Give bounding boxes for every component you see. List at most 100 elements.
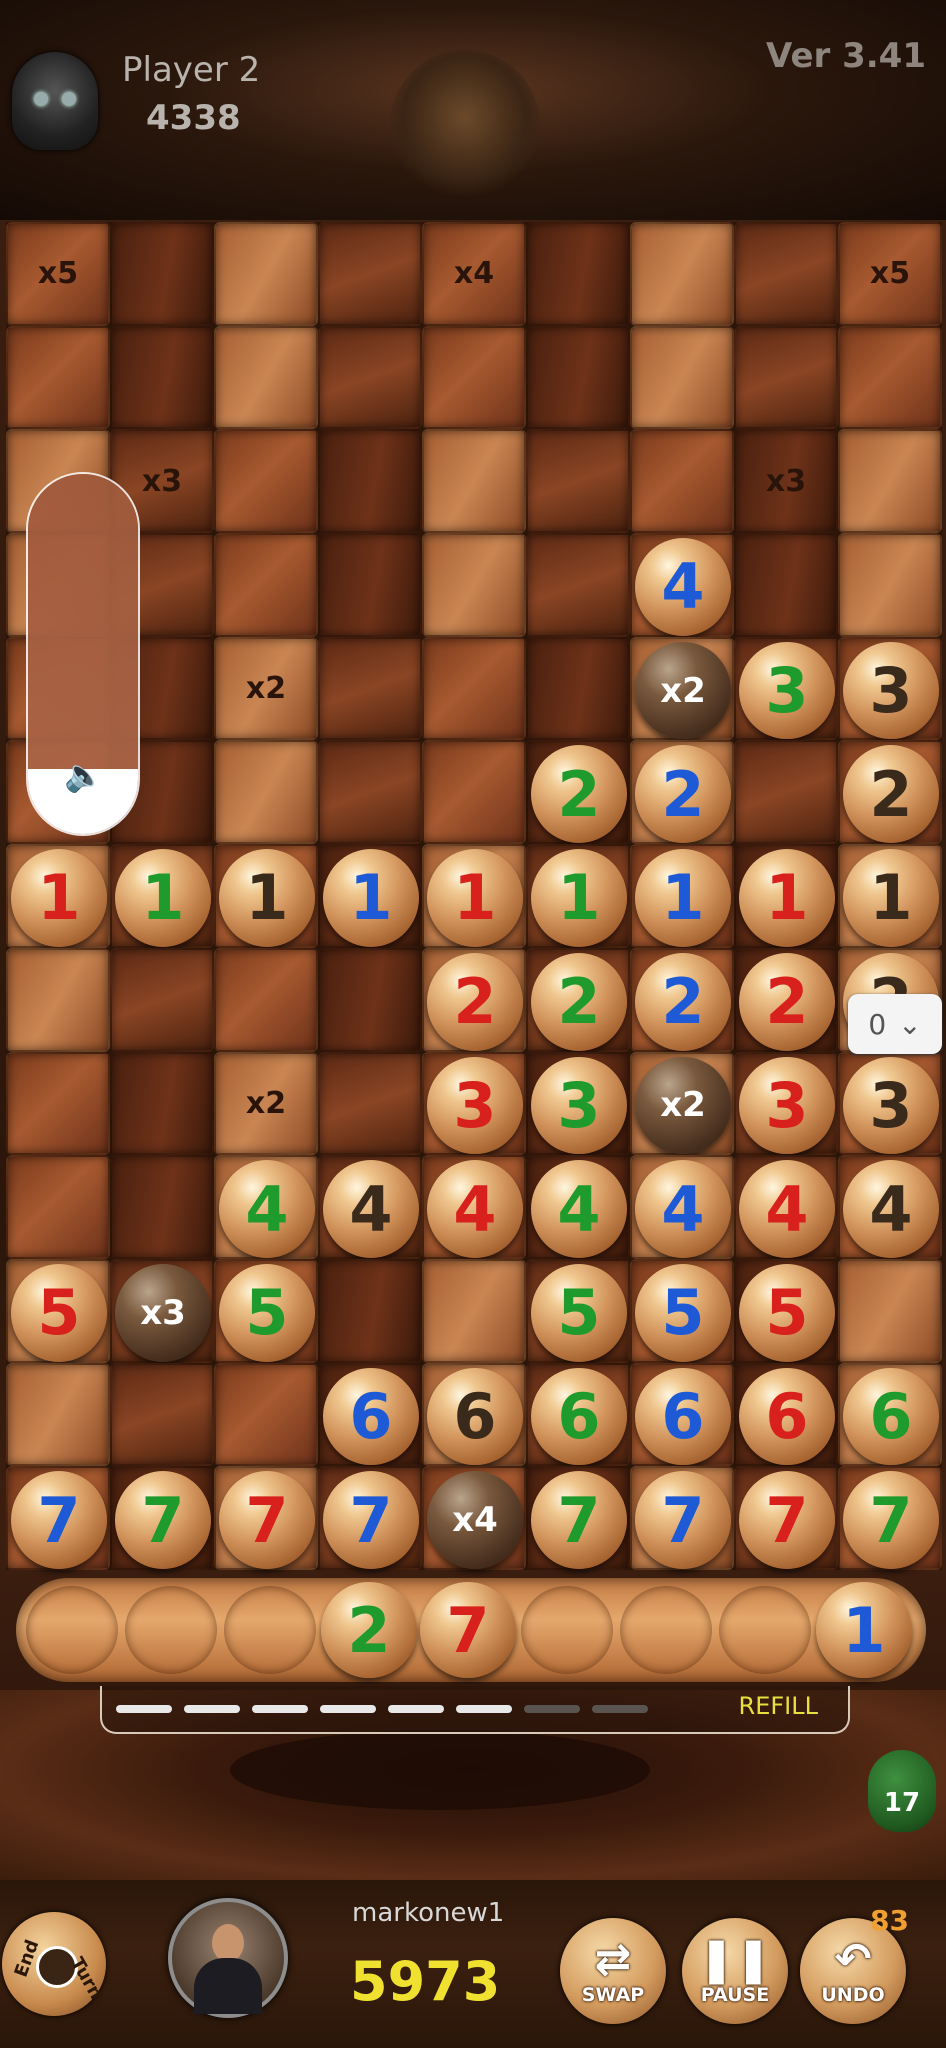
number-tile[interactable]: 2 xyxy=(635,745,731,844)
board-cell[interactable]: 4 xyxy=(214,1155,318,1259)
board-cell[interactable]: 2 xyxy=(526,740,630,845)
number-tile[interactable]: 3 xyxy=(843,1056,939,1155)
value-dropdown[interactable]: 0 ⌄ xyxy=(848,994,942,1054)
board-cell[interactable]: 7 xyxy=(214,1466,318,1570)
board-cell[interactable]: 1 xyxy=(110,844,214,948)
number-tile[interactable]: 5 xyxy=(739,1263,835,1362)
number-tile[interactable]: 7 xyxy=(115,1471,211,1569)
board-cell[interactable] xyxy=(422,429,526,534)
number-tile[interactable]: 3 xyxy=(739,641,835,740)
rack-slot[interactable] xyxy=(521,1586,613,1674)
board-cell[interactable]: 4 xyxy=(318,1155,422,1259)
number-tile[interactable]: 5 xyxy=(635,1263,731,1362)
board-cell[interactable] xyxy=(214,1362,318,1467)
number-tile[interactable]: 1 xyxy=(219,849,315,947)
board-cell[interactable]: x2 xyxy=(630,636,734,741)
board-cell[interactable]: x2 xyxy=(214,1051,318,1156)
board-cell[interactable] xyxy=(734,222,838,326)
board-cell[interactable]: 7 xyxy=(838,1466,942,1570)
board-cell[interactable]: 6 xyxy=(526,1362,630,1467)
number-tile[interactable]: x2 xyxy=(635,1056,731,1155)
board-cell[interactable] xyxy=(630,325,734,430)
board-cell[interactable] xyxy=(318,636,422,741)
number-tile[interactable]: 1 xyxy=(531,849,627,947)
number-tile[interactable]: 6 xyxy=(427,1367,523,1466)
number-tile[interactable]: 2 xyxy=(531,952,627,1051)
number-tile[interactable]: 3 xyxy=(427,1056,523,1155)
board-cell[interactable]: 6 xyxy=(422,1362,526,1467)
board-cell[interactable]: 4 xyxy=(734,1155,838,1259)
number-tile[interactable]: 4 xyxy=(427,1160,523,1258)
board-cell[interactable]: x3 xyxy=(734,429,838,534)
board-cell[interactable]: 1 xyxy=(422,844,526,948)
board-cell[interactable]: 1 xyxy=(838,844,942,948)
board-cell[interactable] xyxy=(214,325,318,430)
board-cell[interactable] xyxy=(6,947,110,1052)
number-tile[interactable]: 1 xyxy=(115,849,211,947)
number-tile[interactable]: 2 xyxy=(321,1582,417,1678)
board-cell[interactable]: 7 xyxy=(318,1466,422,1570)
board-cell[interactable]: 1 xyxy=(734,844,838,948)
board-cell[interactable] xyxy=(422,740,526,845)
number-tile[interactable]: 4 xyxy=(219,1160,315,1258)
board-cell[interactable]: 6 xyxy=(734,1362,838,1467)
number-tile[interactable]: 6 xyxy=(739,1367,835,1466)
number-tile[interactable]: 3 xyxy=(739,1056,835,1155)
board-cell[interactable]: 5 xyxy=(6,1258,110,1363)
board-cell[interactable] xyxy=(214,740,318,845)
game-board[interactable]: x5x4x5x3x34x2x23322211111111122222x233x2… xyxy=(6,222,942,1570)
rack-slot[interactable] xyxy=(125,1586,217,1674)
number-tile[interactable]: 5 xyxy=(219,1263,315,1362)
number-tile[interactable]: 3 xyxy=(843,641,939,740)
board-cell[interactable]: 7 xyxy=(6,1466,110,1570)
board-cell[interactable]: 2 xyxy=(630,740,734,845)
board-cell[interactable]: 1 xyxy=(630,844,734,948)
number-tile[interactable]: 7 xyxy=(11,1471,107,1569)
board-cell[interactable]: 7 xyxy=(526,1466,630,1570)
board-cell[interactable] xyxy=(422,636,526,741)
board-cell[interactable]: 4 xyxy=(630,1155,734,1259)
board-cell[interactable]: 3 xyxy=(422,1051,526,1156)
board-cell[interactable]: 6 xyxy=(838,1362,942,1467)
number-tile[interactable]: 4 xyxy=(531,1160,627,1258)
board-cell[interactable] xyxy=(838,1258,942,1363)
number-tile[interactable]: 2 xyxy=(427,952,523,1051)
number-tile[interactable]: 6 xyxy=(531,1367,627,1466)
rack-slot[interactable] xyxy=(224,1586,316,1674)
number-tile[interactable]: 4 xyxy=(635,1160,731,1258)
board-cell[interactable]: 5 xyxy=(734,1258,838,1363)
number-tile[interactable]: 4 xyxy=(323,1160,419,1258)
board-cell[interactable]: 1 xyxy=(318,844,422,948)
end-turn-button[interactable]: End Turn xyxy=(2,1912,107,2016)
board-cell[interactable]: 4 xyxy=(526,1155,630,1259)
volume-slider[interactable]: 🔈 xyxy=(28,474,138,834)
board-cell[interactable] xyxy=(318,533,422,637)
number-tile[interactable]: 7 xyxy=(420,1582,516,1678)
board-cell[interactable] xyxy=(110,222,214,326)
board-cell[interactable]: 6 xyxy=(318,1362,422,1467)
board-cell[interactable] xyxy=(526,325,630,430)
board-cell[interactable] xyxy=(6,1155,110,1259)
number-tile[interactable]: 2 xyxy=(843,745,939,844)
board-cell[interactable] xyxy=(734,325,838,430)
board-cell[interactable]: 7 xyxy=(734,1466,838,1570)
number-tile[interactable]: 1 xyxy=(11,849,107,947)
board-cell[interactable]: x3 xyxy=(110,1258,214,1363)
board-cell[interactable]: x4 xyxy=(422,1466,526,1570)
number-tile[interactable]: 1 xyxy=(635,849,731,947)
number-tile[interactable]: 6 xyxy=(323,1367,419,1466)
board-cell[interactable] xyxy=(318,1051,422,1156)
board-cell[interactable] xyxy=(630,222,734,326)
board-cell[interactable]: 5 xyxy=(214,1258,318,1363)
number-tile[interactable]: 7 xyxy=(635,1471,731,1569)
board-cell[interactable]: 3 xyxy=(734,1051,838,1156)
board-cell[interactable] xyxy=(318,740,422,845)
board-cell[interactable] xyxy=(214,222,318,326)
number-tile[interactable]: x2 xyxy=(635,641,731,740)
number-tile[interactable]: 2 xyxy=(635,952,731,1051)
board-cell[interactable]: 2 xyxy=(422,947,526,1052)
board-cell[interactable]: x2 xyxy=(630,1051,734,1156)
board-cell[interactable]: 4 xyxy=(422,1155,526,1259)
number-tile[interactable]: 1 xyxy=(739,849,835,947)
number-tile[interactable]: 7 xyxy=(219,1471,315,1569)
